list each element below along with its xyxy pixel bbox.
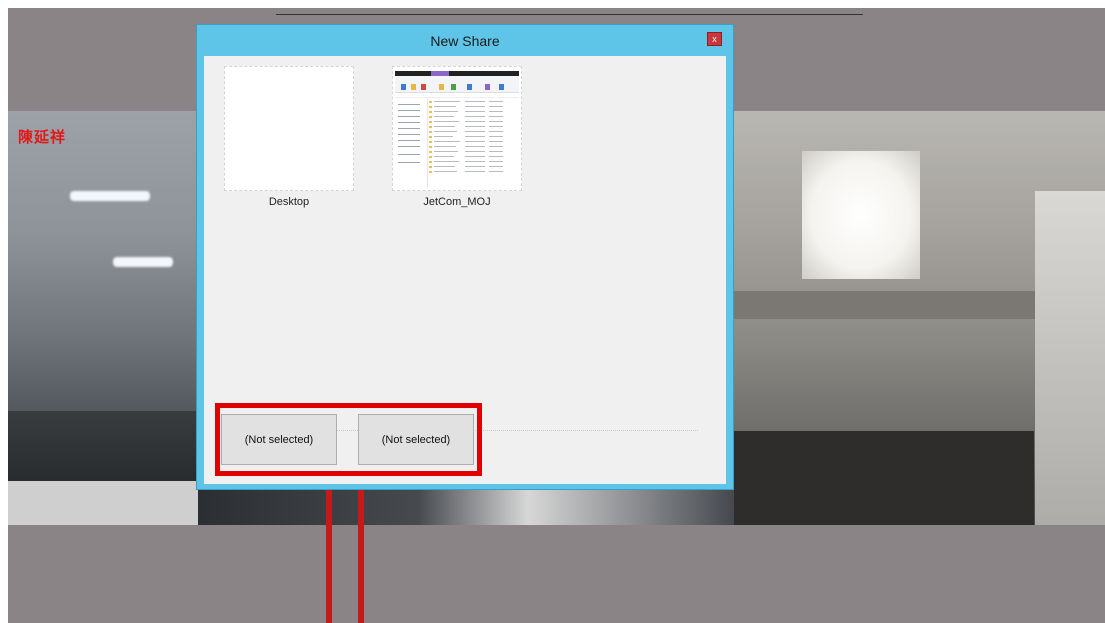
annotation-arrow-right: [358, 473, 364, 623]
new-share-dialog: New Share x Desktop JetCom_MOJ (Not sele…: [196, 24, 734, 490]
top-divider: [276, 14, 863, 15]
window-preview: [395, 71, 519, 187]
remote-video-left: [8, 111, 198, 525]
source-thumbnail-desktop[interactable]: [224, 66, 354, 191]
source-label-jetcom: JetCom_MOJ: [423, 196, 491, 208]
remote-video-right: [734, 111, 1105, 525]
close-icon[interactable]: x: [707, 32, 722, 46]
annotation-highlight-box: [215, 403, 482, 476]
bottom-strip: [8, 525, 1105, 623]
annotation-arrow-left: [326, 473, 332, 623]
remote-video-middle: [198, 486, 748, 525]
dialog-content: Desktop JetCom_MOJ (Not selected) (Not s…: [204, 56, 726, 484]
caller-name: 陳延祥: [18, 128, 67, 146]
dialog-titlebar[interactable]: New Share x: [197, 25, 733, 56]
source-thumbnail-jetcom[interactable]: [392, 66, 522, 191]
source-label-desktop: Desktop: [268, 196, 310, 208]
dialog-title: New Share: [430, 32, 500, 49]
